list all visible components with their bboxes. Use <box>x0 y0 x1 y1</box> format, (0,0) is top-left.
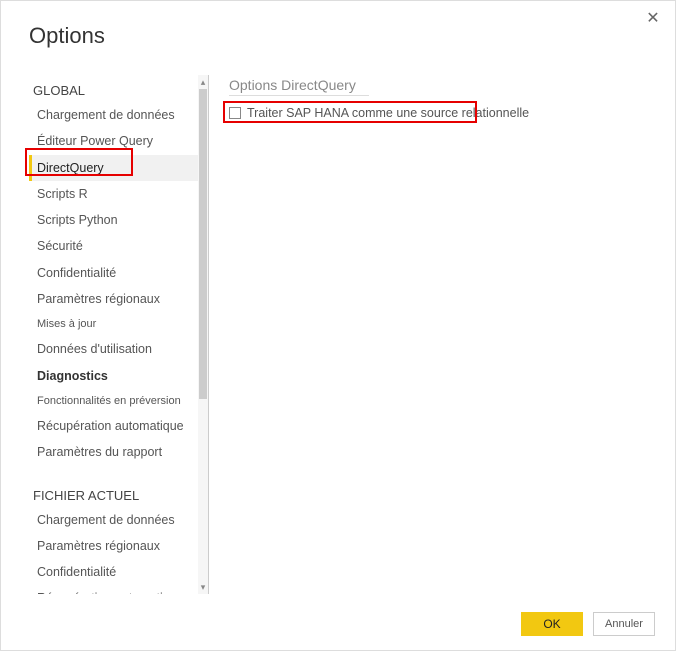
sidebar-item-directquery[interactable]: DirectQuery <box>29 155 198 181</box>
panel-content: Options DirectQuery Traiter SAP HANA com… <box>209 75 647 594</box>
sidebar-item-cf-data-load[interactable]: Chargement de données <box>29 507 198 533</box>
cancel-button[interactable]: Annuler <box>593 612 655 636</box>
sidebar-list: GLOBAL Chargement de données Éditeur Pow… <box>29 75 198 594</box>
sidebar-section-current-file: FICHIER ACTUEL <box>29 484 198 507</box>
sidebar-item-privacy[interactable]: Confidentialité <box>29 260 198 286</box>
checkbox-label: Traiter SAP HANA comme une source relati… <box>247 106 529 120</box>
option-row-sap-hana: Traiter SAP HANA comme une source relati… <box>229 106 647 120</box>
scroll-thumb[interactable] <box>199 89 207 399</box>
sidebar-item-r-scripts[interactable]: Scripts R <box>29 181 198 207</box>
sidebar-item-preview-features[interactable]: Fonctionnalités en préversion <box>29 389 198 413</box>
sidebar-item-updates[interactable]: Mises à jour <box>29 312 198 336</box>
sidebar-item-cf-auto-recovery[interactable]: Récupération automatique <box>29 585 198 594</box>
sidebar-item-python-scripts[interactable]: Scripts Python <box>29 207 198 233</box>
ok-button[interactable]: OK <box>521 612 583 636</box>
sidebar-item-report-settings[interactable]: Paramètres du rapport <box>29 439 198 465</box>
close-icon[interactable]: ✕ <box>643 9 663 29</box>
sidebar-scrollbar[interactable]: ▴ ▾ <box>198 75 208 594</box>
sidebar-item-usage-data[interactable]: Données d'utilisation <box>29 336 198 362</box>
checkbox-sap-hana[interactable] <box>229 107 241 119</box>
scroll-down-icon[interactable]: ▾ <box>198 580 208 594</box>
dialog-title: Options <box>29 23 105 49</box>
scroll-up-icon[interactable]: ▴ <box>198 75 208 89</box>
sidebar-item-diagnostics[interactable]: Diagnostics <box>29 363 198 389</box>
sidebar-item-security[interactable]: Sécurité <box>29 233 198 259</box>
sidebar-section-global: GLOBAL <box>29 79 198 102</box>
sidebar: GLOBAL Chargement de données Éditeur Pow… <box>29 75 209 594</box>
sidebar-item-cf-regional[interactable]: Paramètres régionaux <box>29 533 198 559</box>
sidebar-item-regional[interactable]: Paramètres régionaux <box>29 286 198 312</box>
panel-title: Options DirectQuery <box>229 75 369 96</box>
options-dialog: ✕ Options GLOBAL Chargement de données É… <box>0 0 676 651</box>
sidebar-item-cf-privacy[interactable]: Confidentialité <box>29 559 198 585</box>
sidebar-item-auto-recovery[interactable]: Récupération automatique <box>29 413 198 439</box>
sidebar-item-power-query[interactable]: Éditeur Power Query <box>29 128 198 154</box>
dialog-body: GLOBAL Chargement de données Éditeur Pow… <box>29 75 647 594</box>
sidebar-item-data-load[interactable]: Chargement de données <box>29 102 198 128</box>
dialog-footer: OK Annuler <box>521 612 655 636</box>
